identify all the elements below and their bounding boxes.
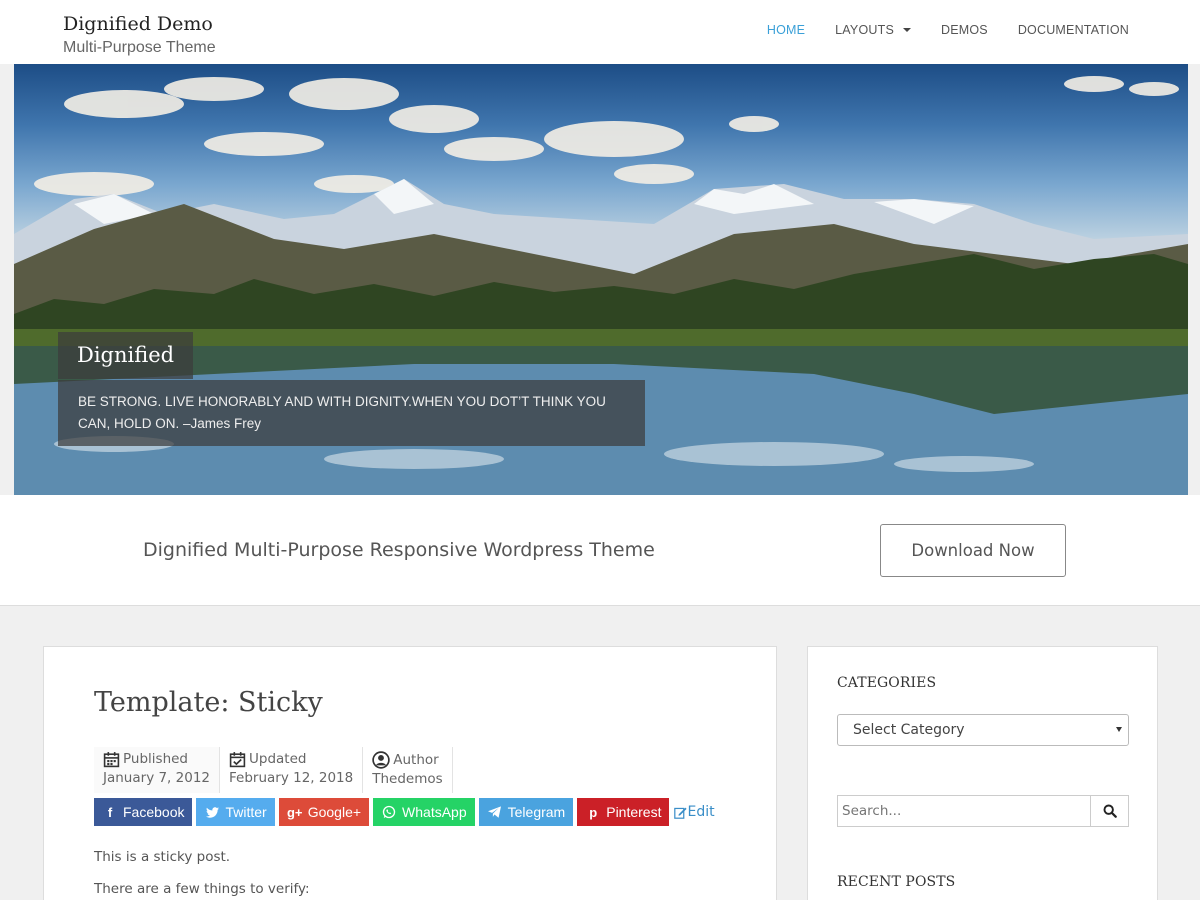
search-icon: [1103, 804, 1117, 818]
post-title[interactable]: Template: Sticky: [94, 687, 323, 718]
whatsapp-icon: [381, 805, 397, 819]
edit-icon: [674, 807, 688, 819]
nav-item-label: DOCUMENTATION: [1017, 23, 1129, 37]
meta-author-label: Author: [393, 751, 439, 768]
edit-post-link[interactable]: Edit: [674, 798, 715, 826]
meta-updated-label: Updated: [249, 751, 307, 767]
share-label: Google+: [307, 804, 362, 820]
edit-link-label: Edit: [687, 804, 715, 820]
facebook-icon: f: [107, 804, 113, 820]
meta-author-name[interactable]: Thedemos: [372, 769, 442, 789]
category-select-value: Select Category: [853, 722, 965, 738]
share-label: WhatsApp: [402, 804, 467, 820]
site-tagline: Multi-Purpose Theme: [63, 39, 216, 56]
sidebar: CATEGORIES Select Category RECENT POSTS: [807, 646, 1158, 900]
calendar-check-icon: [229, 752, 246, 768]
nav-item-layouts[interactable]: LAYOUTS: [835, 20, 911, 40]
google-plus-icon: g+: [286, 804, 303, 820]
nav-item-demos[interactable]: DEMOS: [941, 20, 988, 40]
hero-slider[interactable]: Dignified BE STRONG. LIVE HONORABLY AND …: [14, 64, 1188, 495]
share-telegram-button[interactable]: Telegram: [478, 798, 574, 826]
share-google-plus-button[interactable]: g+ Google+: [278, 798, 370, 826]
post-article: Template: Sticky Published January 7, 20…: [43, 646, 777, 900]
nav-item-label: HOME: [766, 23, 806, 37]
telegram-icon: [487, 806, 503, 818]
meta-updated-date: February 12, 2018: [229, 770, 354, 786]
user-circle-icon: [372, 751, 390, 769]
call-to-action: Dignified Multi-Purpose Responsive Wordp…: [0, 495, 1200, 606]
share-pinterest-button[interactable]: p Pinterest: [577, 798, 670, 826]
slide-caption-title: Dignified: [58, 332, 194, 379]
categories-widget-title: CATEGORIES: [837, 675, 937, 691]
share-twitter-button[interactable]: Twitter: [196, 798, 275, 826]
meta-published-label: Published: [123, 751, 188, 767]
calendar-icon: [103, 752, 120, 768]
share-whatsapp-button[interactable]: WhatsApp: [373, 798, 475, 826]
nav-item-label: DEMOS: [940, 23, 988, 37]
chevron-down-icon: [902, 28, 911, 32]
share-label: Pinterest: [606, 804, 662, 820]
meta-author: Author Thedemos: [363, 747, 453, 793]
main-navigation: HOME LAYOUTS DEMOS DOCUMENTATION: [737, 20, 1129, 40]
chevron-down-icon: [1116, 727, 1122, 732]
slide-caption-text: BE STRONG. LIVE HONORABLY AND WITH DIGNI…: [58, 380, 645, 446]
nav-item-label: LAYOUTS: [835, 23, 894, 37]
category-select[interactable]: Select Category: [837, 714, 1129, 746]
post-paragraph: There are a few things to verify:: [94, 881, 310, 897]
download-now-button[interactable]: Download Now: [880, 524, 1066, 577]
post-meta: Published January 7, 2012 Updated Februa…: [94, 747, 453, 793]
recent-posts-widget-title: RECENT POSTS: [837, 874, 956, 890]
search-button[interactable]: [1090, 795, 1129, 827]
meta-published-date: January 7, 2012: [103, 770, 210, 786]
site-branding: Dignified Demo Multi-Purpose Theme: [63, 12, 216, 59]
meta-updated: Updated February 12, 2018: [220, 747, 364, 793]
cta-text: Dignified Multi-Purpose Responsive Wordp…: [143, 539, 655, 561]
nav-item-documentation[interactable]: DOCUMENTATION: [1018, 20, 1129, 40]
share-facebook-button[interactable]: f Facebook: [94, 798, 193, 826]
nav-item-home[interactable]: HOME: [767, 20, 805, 40]
share-label: Telegram: [507, 804, 566, 820]
share-label: Facebook: [123, 804, 185, 820]
search-input[interactable]: [837, 795, 1091, 827]
meta-published: Published January 7, 2012: [94, 747, 220, 793]
share-label: Twitter: [225, 804, 267, 820]
post-paragraph: This is a sticky post.: [94, 849, 231, 865]
twitter-icon: [204, 806, 220, 818]
site-title[interactable]: Dignified Demo: [63, 12, 216, 36]
site-header: Dignified Demo Multi-Purpose Theme HOME …: [0, 0, 1200, 64]
share-buttons: f Facebook Twitter g+ Google+ WhatsApp Tel…: [94, 798, 715, 826]
pinterest-icon: p: [589, 804, 598, 820]
